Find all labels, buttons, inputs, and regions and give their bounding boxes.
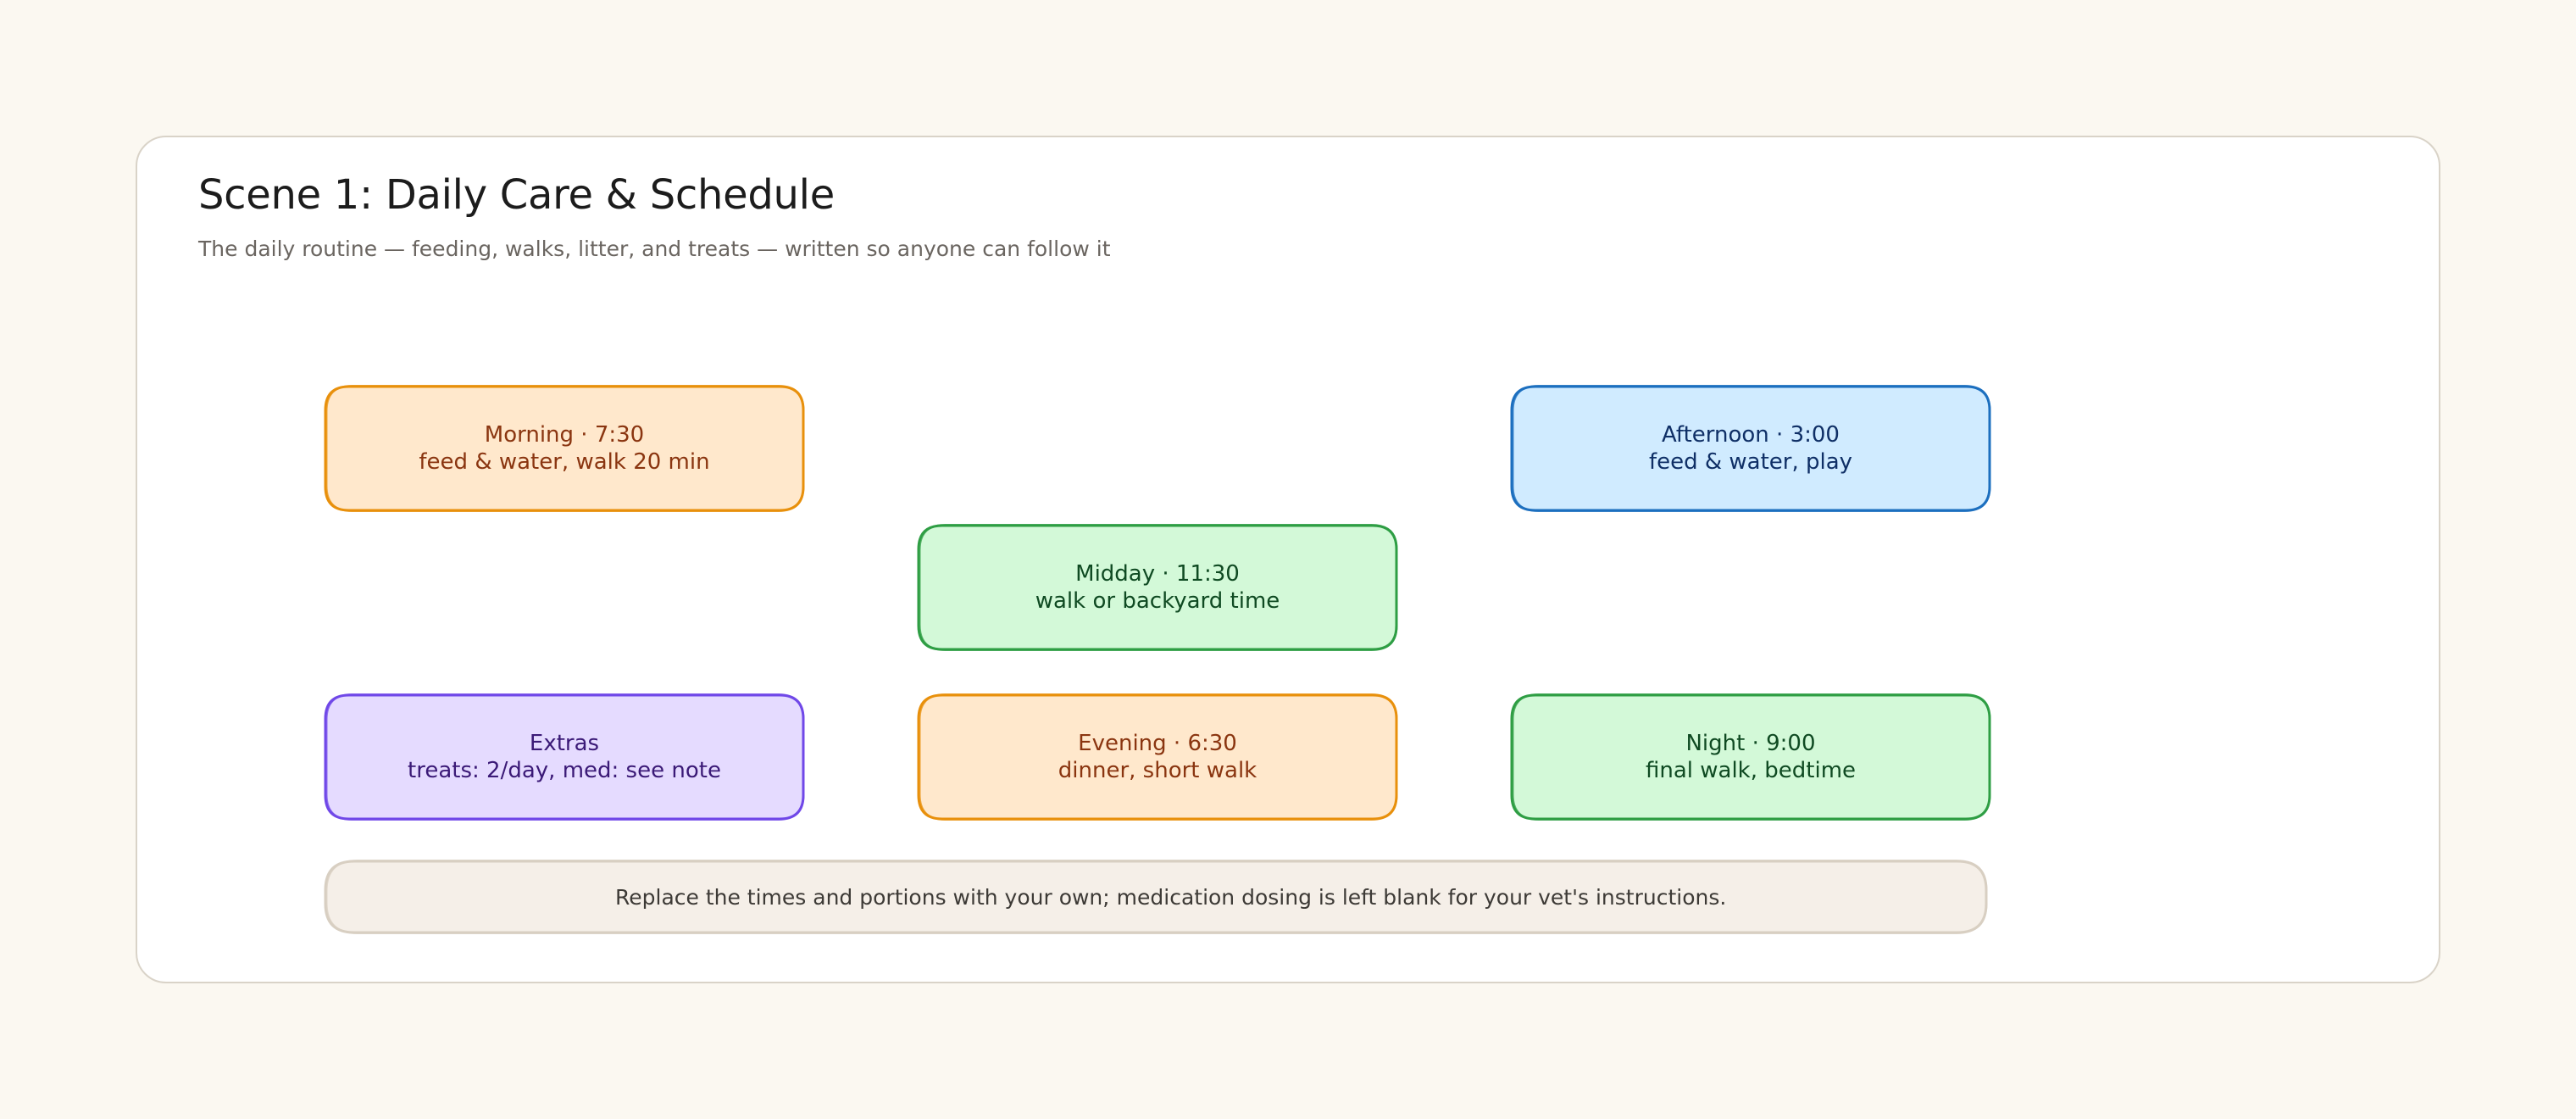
evening-time-label: Evening · 6:30 xyxy=(1078,731,1237,756)
midday-tasks-label: walk or backyard time xyxy=(1035,588,1280,614)
extras-details-label: treats: 2/day, med: see note xyxy=(408,758,721,783)
night-tasks-label: final walk, bedtime xyxy=(1645,758,1857,783)
midday-time-label: Midday · 11:30 xyxy=(1075,561,1240,587)
morning-tasks-label: feed & water, walk 20 min xyxy=(419,449,710,475)
afternoon-tasks-label: feed & water, play xyxy=(1648,449,1853,475)
morning-box[interactable]: Morning · 7:30 feed & water, walk 20 min xyxy=(325,387,803,510)
evening-tasks-label: dinner, short walk xyxy=(1058,758,1257,783)
afternoon-time-label: Afternoon · 3:00 xyxy=(1662,422,1840,448)
night-time-label: Night · 9:00 xyxy=(1685,731,1816,756)
extras-box[interactable]: Extras treats: 2/day, med: see note xyxy=(325,695,803,819)
instructions-note: Replace the times and portions with your… xyxy=(325,861,1986,932)
night-box[interactable]: Night · 9:00 final walk, bedtime xyxy=(1512,695,1990,819)
instructions-note-text: Replace the times and portions with your… xyxy=(615,884,1727,910)
afternoon-box[interactable]: Afternoon · 3:00 feed & water, play xyxy=(1512,387,1990,510)
evening-box[interactable]: Evening · 6:30 dinner, short walk xyxy=(919,695,1396,819)
scene-subtitle: The daily routine — feeding, walks, litt… xyxy=(198,237,1111,261)
scene-title: Scene 1: Daily Care & Schedule xyxy=(198,171,835,219)
midday-box[interactable]: Midday · 11:30 walk or backyard time xyxy=(919,526,1396,649)
morning-time-label: Morning · 7:30 xyxy=(484,422,645,448)
extras-title-label: Extras xyxy=(529,731,600,756)
